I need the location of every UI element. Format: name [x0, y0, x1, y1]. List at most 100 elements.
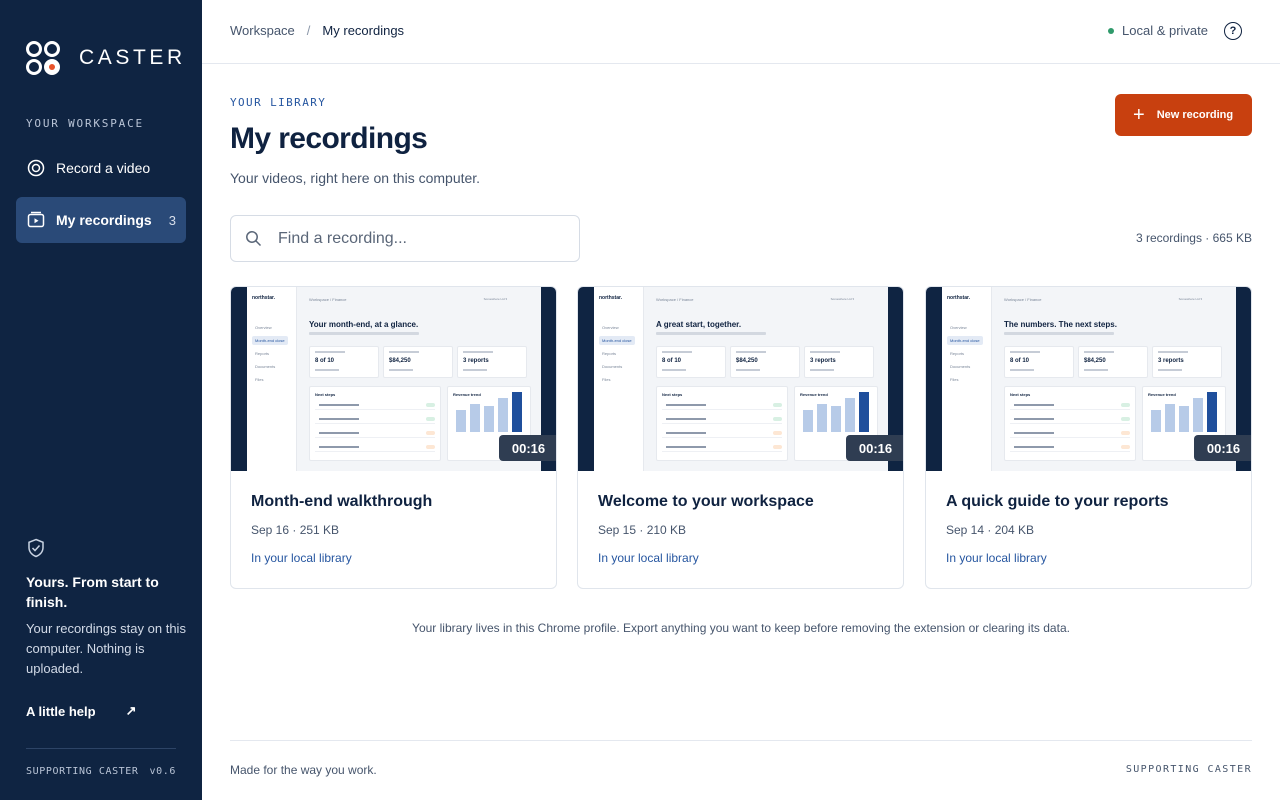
recording-meta: Sep 16 · 251 KB — [251, 523, 340, 537]
thumb-chart-bar — [817, 404, 827, 432]
thumb-step-row — [662, 431, 782, 438]
new-recording-label: New recording — [1156, 109, 1234, 121]
thumb-chart-bar — [456, 410, 466, 432]
sidebar-footer: SUPPORTING CASTER v0.6 — [26, 766, 176, 777]
thumb-chart-bar — [1151, 410, 1161, 432]
recording-thumbnail[interactable]: northstar. Overview Month-end close Report… — [231, 287, 556, 471]
thumb-kpi: 8 of 10 — [656, 346, 726, 378]
thumb-step-row — [315, 445, 435, 452]
thumb-step-row — [315, 431, 435, 438]
thumb-kpi-value: $84,250 — [1084, 358, 1106, 364]
thumb-nav-item: Overview — [602, 325, 619, 330]
thumb-step-row — [1010, 403, 1130, 410]
thumb-kpi: 8 of 10 — [309, 346, 379, 378]
thumb-subtitle-line — [1004, 332, 1114, 335]
library-eyebrow: YOUR LIBRARY — [230, 96, 327, 109]
recording-title[interactable]: A quick guide to your reports — [946, 493, 1169, 511]
thumb-kpi: 3 reports — [1152, 346, 1222, 378]
thumb-step-row — [662, 445, 782, 452]
privacy-heading: Yours. From start to finish. — [26, 574, 159, 610]
thumbnail-preview: northstar. Overview Month-end close Report… — [594, 287, 888, 471]
top-bar: Workspace / My recordings Local & privat… — [202, 0, 1280, 64]
recording-location-link[interactable]: In your local library — [946, 551, 1047, 565]
recording-card[interactable]: northstar. Overview Month-end close Report… — [230, 286, 557, 589]
thumb-nav-item: Files — [950, 377, 959, 382]
thumbnail-preview: northstar. Overview Month-end close Report… — [247, 287, 541, 471]
recording-location-link[interactable]: In your local library — [598, 551, 699, 565]
breadcrumb: Workspace / My recordings — [230, 23, 404, 38]
duration-badge: 00:16 — [499, 435, 556, 461]
thumb-chart-bar — [1193, 398, 1203, 432]
version-label: v0.6 — [149, 766, 176, 777]
thumb-step-row — [1010, 417, 1130, 424]
breadcrumb-workspace[interactable]: Workspace — [230, 23, 295, 38]
recording-meta: Sep 15 · 210 KB — [598, 523, 687, 537]
thumb-nav-item: Documents — [255, 364, 276, 369]
thumb-chart-bar — [831, 406, 841, 432]
thumb-nav-item: Overview — [255, 325, 272, 330]
help-link[interactable]: A little help ↗ — [26, 703, 136, 719]
sidebar-item-label: My recordings — [56, 212, 152, 228]
thumb-nav-item: Month-end close — [599, 336, 635, 345]
sidebar-item-my-recordings[interactable]: My recordings 3 — [16, 197, 186, 243]
help-icon[interactable]: ? — [1224, 22, 1242, 40]
breadcrumb-current: My recordings — [322, 23, 405, 38]
new-recording-button[interactable]: + New recording — [1115, 94, 1252, 136]
thumb-kpi-value: 8 of 10 — [662, 358, 682, 364]
thumb-chart-bar — [1207, 392, 1217, 432]
thumb-nav-item: Reports — [602, 351, 617, 356]
thumb-kpi-value: 3 reports — [1158, 358, 1184, 364]
recordings-icon — [26, 210, 46, 230]
sidebar-divider — [26, 748, 176, 749]
thumb-nav-item: Reports — [950, 351, 965, 356]
thumb-step-row — [1010, 445, 1130, 452]
thumb-nav-item: Files — [255, 377, 264, 382]
recording-meta: Sep 14 · 204 KB — [946, 523, 1035, 537]
thumb-chart-bar — [859, 392, 869, 432]
thumb-panel-title: Next steps — [1010, 392, 1031, 397]
thumb-heading: A great start, together. — [656, 320, 742, 329]
recordings-count-badge: 3 — [168, 212, 176, 228]
thumb-step-row — [662, 403, 782, 410]
supporting-caster-link[interactable]: SUPPORTING CASTER — [26, 766, 139, 777]
duration-badge: 00:16 — [1194, 435, 1251, 461]
thumb-panel-title: Revenue trend — [453, 392, 481, 397]
recording-location-link[interactable]: In your local library — [251, 551, 352, 565]
recording-thumbnail[interactable]: northstar. Overview Month-end close Report… — [926, 287, 1251, 471]
privacy-text: Your recordings stay on this computer. N… — [26, 621, 186, 676]
thumb-brand: northstar. — [599, 295, 623, 301]
recording-card[interactable]: northstar. Overview Month-end close Report… — [577, 286, 904, 589]
recording-card[interactable]: northstar. Overview Month-end close Report… — [925, 286, 1252, 589]
thumb-chart-bar — [470, 404, 480, 432]
thumb-kpi: 8 of 10 — [1004, 346, 1074, 378]
duration-badge: 00:16 — [846, 435, 903, 461]
page-subtitle: Your videos, right here on this computer… — [230, 170, 481, 186]
thumb-chart-bar — [484, 406, 494, 432]
sidebar-item-record-video[interactable]: Record a video — [16, 145, 186, 191]
thumb-top-right: Somewhere Ltd ▾ — [830, 297, 854, 301]
breadcrumb-separator: / — [306, 23, 311, 38]
recording-title[interactable]: Month-end walkthrough — [251, 493, 432, 511]
sidebar: CASTER YOUR WORKSPACE Record a video My … — [0, 0, 202, 800]
status-dot-icon — [1108, 27, 1114, 34]
thumb-next-steps-panel: Next steps — [1004, 386, 1136, 461]
thumb-kpi-value: 8 of 10 — [315, 358, 335, 364]
search-box[interactable] — [230, 215, 580, 262]
library-storage-note: Your library lives in this Chrome profil… — [412, 621, 1070, 635]
search-input[interactable] — [278, 229, 558, 248]
thumb-kpi-value: 3 reports — [463, 358, 489, 364]
brand-logo[interactable]: CASTER — [26, 41, 186, 75]
thumb-kpi: $84,250 — [383, 346, 453, 378]
thumb-kpi-value: $84,250 — [736, 358, 758, 364]
record-icon — [26, 158, 46, 178]
recording-title[interactable]: Welcome to your workspace — [598, 493, 814, 511]
footer-supporting-link[interactable]: SUPPORTING CASTER — [1126, 764, 1252, 775]
thumb-next-steps-panel: Next steps — [656, 386, 788, 461]
thumb-chart-bar — [512, 392, 522, 432]
thumb-kpi: 3 reports — [804, 346, 874, 378]
thumb-breadcrumb: Workspace / Finance — [309, 297, 347, 302]
thumb-brand: northstar. — [252, 295, 276, 301]
thumb-sidebar: northstar. Overview Month-end close Report… — [594, 287, 644, 471]
thumb-step-row — [662, 417, 782, 424]
recording-thumbnail[interactable]: northstar. Overview Month-end close Report… — [578, 287, 903, 471]
